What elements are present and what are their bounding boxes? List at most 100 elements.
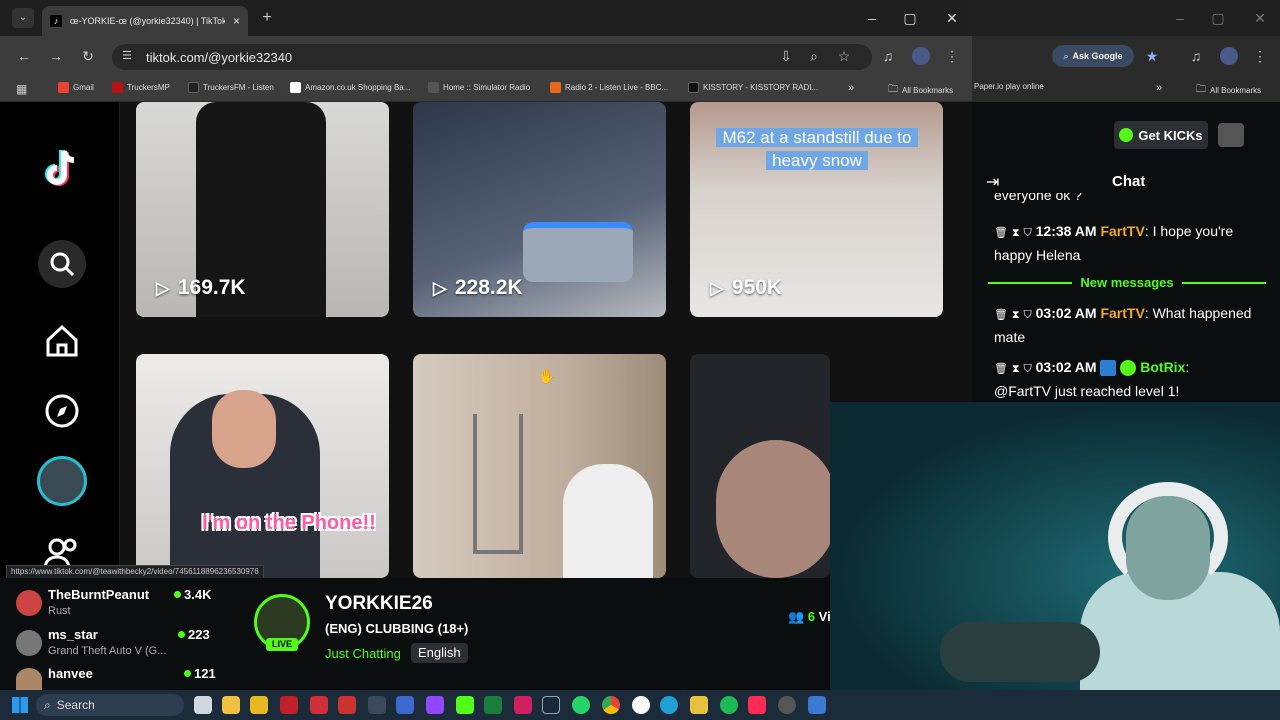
steam-icon[interactable] bbox=[542, 696, 560, 714]
app-icon[interactable] bbox=[396, 696, 414, 714]
all-bookmarks-folder[interactable]: 🗀 All Bookmarks bbox=[888, 82, 953, 99]
search-icon[interactable] bbox=[38, 240, 86, 288]
maximize-icon[interactable]: ▢ bbox=[900, 8, 920, 28]
twitch-icon[interactable] bbox=[426, 696, 444, 714]
app-icon[interactable] bbox=[368, 696, 386, 714]
second-close-icon[interactable]: ✕ bbox=[1250, 8, 1270, 28]
second-bookmarks-overflow-icon[interactable]: » bbox=[1156, 82, 1162, 94]
timeout-icon[interactable]: ⧗ bbox=[1012, 309, 1020, 321]
tab-search-button[interactable]: ⌄ bbox=[12, 8, 34, 28]
ban-icon[interactable]: ⛉ bbox=[1023, 227, 1031, 239]
new-messages-divider[interactable]: New messages bbox=[988, 275, 1267, 290]
timeout-icon[interactable]: ⧗ bbox=[1012, 363, 1020, 375]
second-menu-icon[interactable]: ⋮ bbox=[1250, 46, 1270, 66]
app-icon[interactable] bbox=[632, 696, 650, 714]
chat-collapse-icon[interactable]: ⇥ bbox=[986, 172, 999, 192]
video-thumbnail[interactable]: I'm on the Phone!! bbox=[136, 354, 389, 578]
taskbar-search[interactable]: ⌕ Search bbox=[36, 694, 184, 716]
explore-compass-icon[interactable] bbox=[41, 390, 83, 432]
chrome-icon[interactable] bbox=[602, 696, 620, 714]
second-maximize-icon[interactable]: ▢ bbox=[1208, 8, 1228, 28]
language-tag[interactable]: English bbox=[411, 643, 468, 663]
video-thumbnail[interactable]: ▷ 169.7K bbox=[136, 102, 389, 317]
close-window-icon[interactable]: ✕ bbox=[942, 8, 962, 28]
site-info-icon[interactable]: ☰ bbox=[122, 49, 132, 62]
kick-icon[interactable] bbox=[456, 696, 474, 714]
bookmark-paperio[interactable]: Paper.io play online bbox=[974, 82, 1044, 91]
apps-grid-icon[interactable]: ▦ bbox=[16, 82, 27, 96]
video-thumbnail[interactable] bbox=[413, 354, 666, 578]
second-minimize-icon[interactable]: – bbox=[1170, 8, 1190, 28]
bookmarks-overflow-icon[interactable]: » bbox=[848, 82, 854, 94]
tiktok-taskbar-icon[interactable] bbox=[748, 696, 766, 714]
delete-icon[interactable]: 🗑 bbox=[994, 227, 1008, 239]
app-icon[interactable] bbox=[690, 696, 708, 714]
close-tab-icon[interactable]: × bbox=[233, 14, 240, 28]
app-icon[interactable] bbox=[310, 696, 328, 714]
ban-icon[interactable]: ⛉ bbox=[1023, 363, 1031, 375]
forward-icon[interactable]: → bbox=[46, 46, 66, 66]
bookmark-simulator-radio[interactable]: Home :: Simulator Radio bbox=[428, 82, 530, 93]
stream-category[interactable]: Just Chatting bbox=[325, 646, 401, 661]
second-media-icon[interactable]: ♫ bbox=[1186, 46, 1206, 66]
back-icon[interactable]: ← bbox=[14, 46, 34, 66]
video-thumbnail[interactable] bbox=[690, 354, 830, 578]
user-avatar[interactable] bbox=[1218, 123, 1244, 147]
app-icon[interactable] bbox=[514, 696, 532, 714]
channel-name[interactable]: ms_star bbox=[48, 627, 98, 642]
delete-icon[interactable]: 🗑 bbox=[994, 363, 1008, 375]
app-icon[interactable] bbox=[280, 696, 298, 714]
home-icon[interactable] bbox=[41, 320, 83, 362]
bookmark-radio2[interactable]: Radio 2 - Listen Live - BBC... bbox=[550, 82, 668, 93]
address-bar[interactable]: ☰ tiktok.com/@yorkie32340 bbox=[112, 44, 872, 70]
channel-avatar[interactable] bbox=[16, 668, 42, 690]
app-icon[interactable] bbox=[808, 696, 826, 714]
bookmark-gmail[interactable]: Gmail bbox=[58, 82, 94, 93]
spotify-icon[interactable] bbox=[720, 696, 738, 714]
video-thumbnail[interactable]: ▷ 228.2K bbox=[413, 102, 666, 317]
tiktok-logo-icon[interactable] bbox=[41, 148, 83, 190]
app-icon[interactable] bbox=[484, 696, 502, 714]
following-avatar[interactable] bbox=[37, 456, 87, 506]
browser-tab-tiktok[interactable]: ♪ œ-YORKIE-œ (@yorkie32340) | TikTok × bbox=[42, 6, 248, 36]
second-star-icon[interactable]: ★ bbox=[1142, 46, 1162, 66]
bookmark-kisstory[interactable]: KISSTORY - KISSTORY RADI... bbox=[688, 82, 818, 93]
edge-icon[interactable] bbox=[660, 696, 678, 714]
reload-icon[interactable]: ↻ bbox=[78, 46, 98, 66]
video-thumbnail[interactable]: M62 at a standstill due to heavy snow ▷ 9… bbox=[690, 102, 943, 317]
delete-icon[interactable]: 🗑 bbox=[994, 309, 1008, 321]
timeout-icon[interactable]: ⧗ bbox=[1012, 227, 1020, 239]
widgets-icon[interactable] bbox=[222, 696, 240, 714]
second-all-bookmarks[interactable]: 🗀 All Bookmarks bbox=[1196, 82, 1261, 99]
media-control-icon[interactable]: ♫ bbox=[878, 46, 898, 66]
start-button-icon[interactable] bbox=[12, 697, 28, 713]
police-car bbox=[523, 222, 633, 282]
app-icon[interactable] bbox=[250, 696, 268, 714]
bookmark-truckersmp[interactable]: TruckersMP bbox=[112, 82, 170, 93]
task-view-icon[interactable] bbox=[194, 696, 212, 714]
profile-avatar[interactable] bbox=[912, 47, 930, 65]
minimize-icon[interactable]: – bbox=[862, 8, 882, 28]
amazon-icon bbox=[290, 82, 301, 93]
bookmark-amazon[interactable]: Amazon.co.uk Shopping Ba... bbox=[290, 82, 410, 93]
streamer-name[interactable]: YORKKIE26 bbox=[325, 593, 433, 615]
whatsapp-icon[interactable] bbox=[572, 696, 590, 714]
play-icon: ▷ bbox=[433, 277, 447, 298]
ask-google-button[interactable]: ⌕ Ask Google bbox=[1052, 45, 1134, 67]
channel-avatar[interactable] bbox=[16, 630, 42, 656]
channel-name[interactable]: TheBurntPeanut bbox=[48, 587, 149, 602]
bookmark-star-icon[interactable]: ☆ bbox=[834, 46, 854, 66]
get-kicks-button[interactable]: Get KICKs bbox=[1114, 121, 1208, 149]
app-icon[interactable] bbox=[778, 696, 796, 714]
ban-icon[interactable]: ⛉ bbox=[1023, 309, 1031, 321]
app-icon[interactable] bbox=[338, 696, 356, 714]
channel-avatar[interactable] bbox=[16, 590, 42, 616]
channel-name[interactable]: hanvee bbox=[48, 666, 93, 681]
face bbox=[212, 390, 276, 468]
zoom-icon[interactable]: ⌕ bbox=[804, 46, 824, 66]
install-app-icon[interactable]: ⇩ bbox=[776, 46, 796, 66]
menu-kebab-icon[interactable]: ⋮ bbox=[942, 46, 962, 66]
bookmark-truckersfm[interactable]: TruckersFM - Listen bbox=[188, 82, 274, 93]
new-tab-button[interactable]: + bbox=[258, 8, 276, 28]
second-profile-avatar[interactable] bbox=[1220, 47, 1238, 65]
